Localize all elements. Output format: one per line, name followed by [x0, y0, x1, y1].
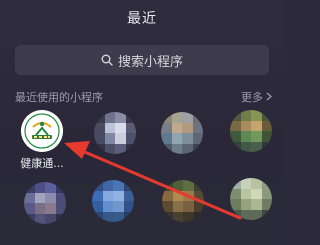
app-icon-health[interactable]: [21, 110, 63, 152]
app-icon-blurred[interactable]: [162, 180, 204, 222]
app-icon-blurred[interactable]: [24, 182, 66, 224]
chevron-right-icon: [266, 91, 272, 104]
app-icon-blurred[interactable]: [230, 178, 272, 220]
app-icon-blurred[interactable]: [230, 110, 272, 152]
more-label: 更多: [241, 91, 263, 104]
app-icon-blurred[interactable]: [161, 112, 203, 154]
more-link[interactable]: 更多: [241, 89, 272, 105]
app-label-health[interactable]: 健康通...: [12, 155, 72, 171]
page-title: 最近: [127, 11, 157, 27]
recent-section-title: 最近使用的小程序: [15, 91, 103, 104]
search-bar[interactable]: 搜索小程序: [15, 45, 269, 75]
search-icon: [101, 54, 113, 66]
search-label: 搜索小程序: [117, 54, 183, 70]
app-icon-blurred[interactable]: [94, 112, 136, 154]
app-icon-blurred[interactable]: [92, 180, 134, 222]
recent-section-header: 最近使用的小程序 更多: [15, 89, 272, 105]
